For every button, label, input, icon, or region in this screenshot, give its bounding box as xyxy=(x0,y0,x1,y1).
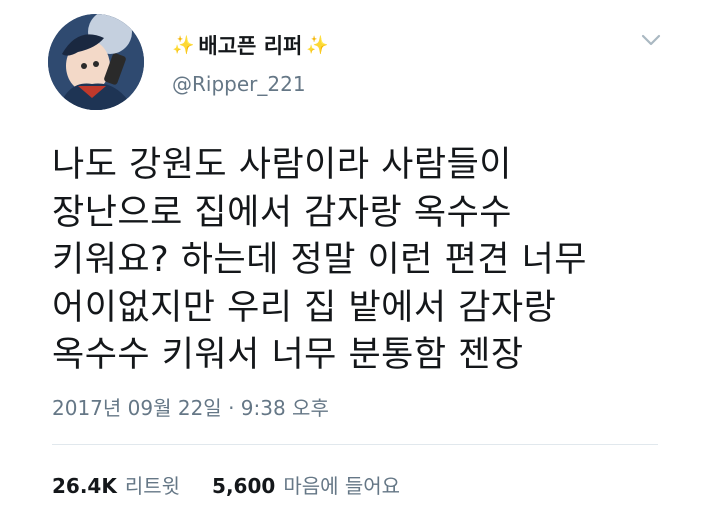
avatar[interactable] xyxy=(48,14,144,110)
tweet-line: 나도 강원도 사람이라 사람들이 xyxy=(52,145,512,185)
divider xyxy=(52,444,658,445)
sparkle-right-icon: ✨ xyxy=(306,34,329,56)
likes-label[interactable]: 마음에 들어요 xyxy=(283,470,400,499)
retweets-count[interactable]: 26.4K xyxy=(52,474,117,498)
tweet-stats: 26.4K 리트윗 5,600 마음에 들어요 xyxy=(52,470,400,499)
retweets-label[interactable]: 리트윗 xyxy=(125,470,180,499)
tweet-line: 어이없지만 우리 집 밭에서 감자랑 xyxy=(52,287,557,328)
display-name-row[interactable]: ✨ 배고픈 리퍼 ✨ xyxy=(172,30,329,60)
chevron-down-icon[interactable] xyxy=(640,32,662,48)
tweet-timestamp[interactable]: 2017년 09월 22일 · 9:38 오후 xyxy=(52,392,329,421)
tweet-line: 옥수수 키워서 너무 분통함 젠장 xyxy=(52,335,524,375)
user-handle[interactable]: @Ripper_221 xyxy=(172,72,306,96)
tweet-line: 장난으로 집에서 감자랑 옥수수 xyxy=(52,192,512,233)
likes-count[interactable]: 5,600 xyxy=(212,474,275,498)
display-name[interactable]: 배고픈 리퍼 xyxy=(198,30,302,60)
tweet-line: 키워요? 하는데 정말 이런 편견 너무 xyxy=(52,240,588,280)
sparkle-left-icon: ✨ xyxy=(172,34,195,56)
tweet-text: 나도 강원도 사람이라 사람들이 장난으로 집에서 감자랑 옥수수 키워요? 하… xyxy=(52,142,672,380)
avatar-image xyxy=(48,14,144,110)
